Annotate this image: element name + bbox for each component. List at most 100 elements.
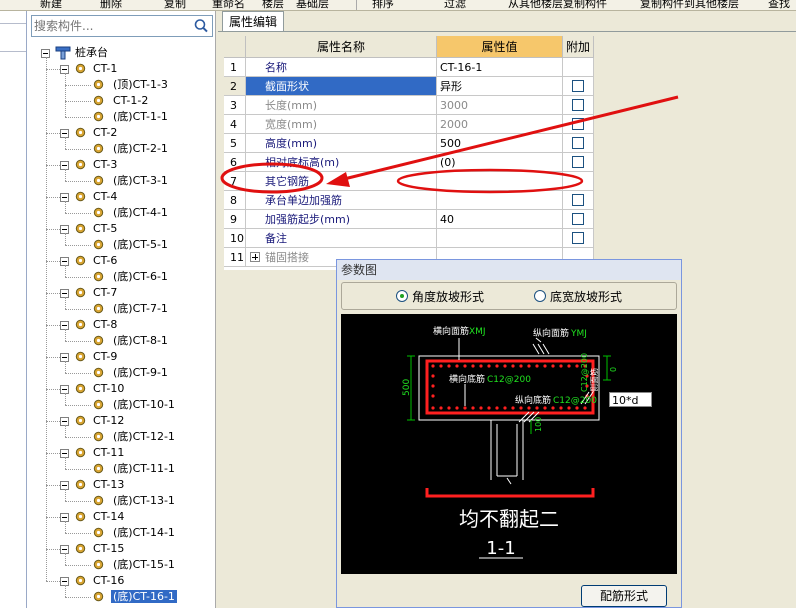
- header-value[interactable]: 属性值: [437, 36, 563, 58]
- tree-item[interactable]: (底)CT-13-1: [111, 493, 177, 509]
- tree-group[interactable]: CT-8: [91, 317, 119, 333]
- dim-zero: 0: [609, 367, 618, 372]
- tree-item[interactable]: (底)CT-4-1: [111, 205, 170, 221]
- property-value[interactable]: 40: [437, 210, 563, 229]
- property-value[interactable]: (0): [437, 153, 563, 172]
- expand-icon[interactable]: [250, 252, 260, 262]
- tree-item[interactable]: CT-1-2: [111, 93, 150, 109]
- sort-button[interactable]: 排序: [372, 0, 394, 10]
- tree-group[interactable]: CT-7: [91, 285, 119, 301]
- property-value[interactable]: [437, 172, 563, 191]
- rebar-config-button[interactable]: 配筋形式: [581, 585, 667, 607]
- tab-property-edit[interactable]: 属性编辑: [222, 11, 284, 32]
- extra-checkbox[interactable]: [572, 99, 584, 111]
- search-input[interactable]: [34, 17, 184, 35]
- tree-item[interactable]: (底)CT-1-1: [111, 109, 170, 125]
- tree-item[interactable]: (底)CT-2-1: [111, 141, 170, 157]
- property-row[interactable]: 3 长度(mm) 3000: [224, 96, 594, 115]
- extra-checkbox[interactable]: [572, 118, 584, 130]
- floor-select[interactable]: 基础层: [296, 0, 329, 10]
- property-value[interactable]: 500: [437, 134, 563, 153]
- tree-item[interactable]: (底)CT-10-1: [111, 397, 177, 413]
- tree-group[interactable]: CT-11: [91, 445, 126, 461]
- extra-checkbox[interactable]: [572, 80, 584, 92]
- property-row[interactable]: 6 相对底标高(m) (0): [224, 153, 594, 172]
- row-number: 3: [224, 96, 246, 115]
- property-row[interactable]: 10 备注: [224, 229, 594, 248]
- header-extra[interactable]: 附加: [563, 36, 594, 58]
- row-number: 6: [224, 153, 246, 172]
- property-value[interactable]: [437, 229, 563, 248]
- new-button[interactable]: 新建: [40, 0, 62, 10]
- copy-to-floor-button[interactable]: 复制构件到其他楼层: [640, 0, 739, 10]
- tree-group[interactable]: CT-14: [91, 509, 126, 525]
- property-row[interactable]: 9 加强筋起步(mm) 40: [224, 210, 594, 229]
- property-row[interactable]: 5 高度(mm) 500: [224, 134, 594, 153]
- tree-group[interactable]: CT-1: [91, 61, 119, 77]
- property-row[interactable]: 7 其它钢筋: [224, 172, 594, 191]
- tree-group[interactable]: CT-4: [91, 189, 119, 205]
- extra-checkbox[interactable]: [572, 213, 584, 225]
- tree-item[interactable]: (底)CT-8-1: [111, 333, 170, 349]
- property-row[interactable]: 4 宽度(mm) 2000: [224, 115, 594, 134]
- header-name[interactable]: 属性名称: [246, 36, 437, 58]
- property-value[interactable]: 2000: [437, 115, 563, 134]
- gear-icon: [93, 79, 104, 90]
- property-row[interactable]: 1 名称 CT-16-1: [224, 58, 594, 77]
- gear-icon: [75, 447, 86, 458]
- extra-checkbox[interactable]: [572, 232, 584, 244]
- property-row[interactable]: 8 承台单边加强筋: [224, 191, 594, 210]
- tree-group[interactable]: CT-2: [91, 125, 119, 141]
- property-value[interactable]: CT-16-1: [437, 58, 563, 77]
- property-value[interactable]: 3000: [437, 96, 563, 115]
- delete-button[interactable]: 删除: [100, 0, 122, 10]
- tree-group[interactable]: CT-16: [91, 573, 126, 589]
- tree-group[interactable]: CT-13: [91, 477, 126, 493]
- extra-checkbox[interactable]: [572, 156, 584, 168]
- copy-from-floor-button[interactable]: 从其他楼层复制构件: [508, 0, 607, 10]
- tree-item[interactable]: (底)CT-9-1: [111, 365, 170, 381]
- tree-item[interactable]: (底)CT-3-1: [111, 173, 170, 189]
- property-grid: 属性名称 属性值 附加 1 名称 CT-16-1 2 截面形状 异形 3 长度(mm) 3000…: [224, 36, 594, 270]
- property-name: 加强筋起步(mm): [246, 210, 437, 229]
- property-value[interactable]: 异形: [437, 77, 563, 96]
- property-row[interactable]: 2 截面形状 异形: [224, 77, 594, 96]
- tree-item[interactable]: (底)CT-14-1: [111, 525, 177, 541]
- tree-group[interactable]: CT-10: [91, 381, 126, 397]
- tree-item[interactable]: (底)CT-16-1: [111, 589, 177, 605]
- extra-checkbox[interactable]: [572, 194, 584, 206]
- gear-icon: [93, 303, 104, 314]
- find-button[interactable]: 查找: [768, 0, 790, 10]
- filter-button[interactable]: 过滤: [444, 0, 466, 10]
- tree-item[interactable]: (顶)CT-1-3: [111, 77, 170, 93]
- gear-icon: [75, 159, 86, 170]
- label-bottom-horizontal-code: C12@200: [487, 375, 531, 385]
- tree-item[interactable]: (底)CT-5-1: [111, 237, 170, 253]
- radio-angle-slope-label[interactable]: 角度放坡形式: [412, 288, 484, 305]
- property-value[interactable]: [437, 191, 563, 210]
- tree-item[interactable]: (底)CT-7-1: [111, 301, 170, 317]
- tree-group[interactable]: CT-3: [91, 157, 119, 173]
- gear-icon: [75, 575, 86, 586]
- tree-root[interactable]: 桩承台: [73, 45, 110, 61]
- tree-group[interactable]: CT-15: [91, 541, 126, 557]
- copy-button[interactable]: 复制: [164, 0, 186, 10]
- gear-icon: [75, 223, 86, 234]
- radio-width-slope[interactable]: [534, 290, 546, 302]
- radio-angle-slope[interactable]: [396, 290, 408, 302]
- tree-group[interactable]: CT-12: [91, 413, 126, 429]
- tree-group[interactable]: CT-5: [91, 221, 119, 237]
- tree-item[interactable]: (底)CT-6-1: [111, 269, 170, 285]
- search-icon[interactable]: [192, 17, 210, 35]
- tree-group[interactable]: CT-6: [91, 253, 119, 269]
- tree-group[interactable]: CT-9: [91, 349, 119, 365]
- radio-width-slope-label[interactable]: 底宽放坡形式: [550, 288, 622, 305]
- anchor-length-input[interactable]: 10*d: [609, 392, 652, 407]
- property-extra: [563, 153, 594, 172]
- rename-button[interactable]: 重命名: [212, 0, 245, 10]
- tree-item[interactable]: (底)CT-11-1: [111, 461, 177, 477]
- label-top-horizontal: 横向面筋: [433, 325, 469, 337]
- tree-item[interactable]: (底)CT-12-1: [111, 429, 177, 445]
- extra-checkbox[interactable]: [572, 137, 584, 149]
- tree-item[interactable]: (底)CT-15-1: [111, 557, 177, 573]
